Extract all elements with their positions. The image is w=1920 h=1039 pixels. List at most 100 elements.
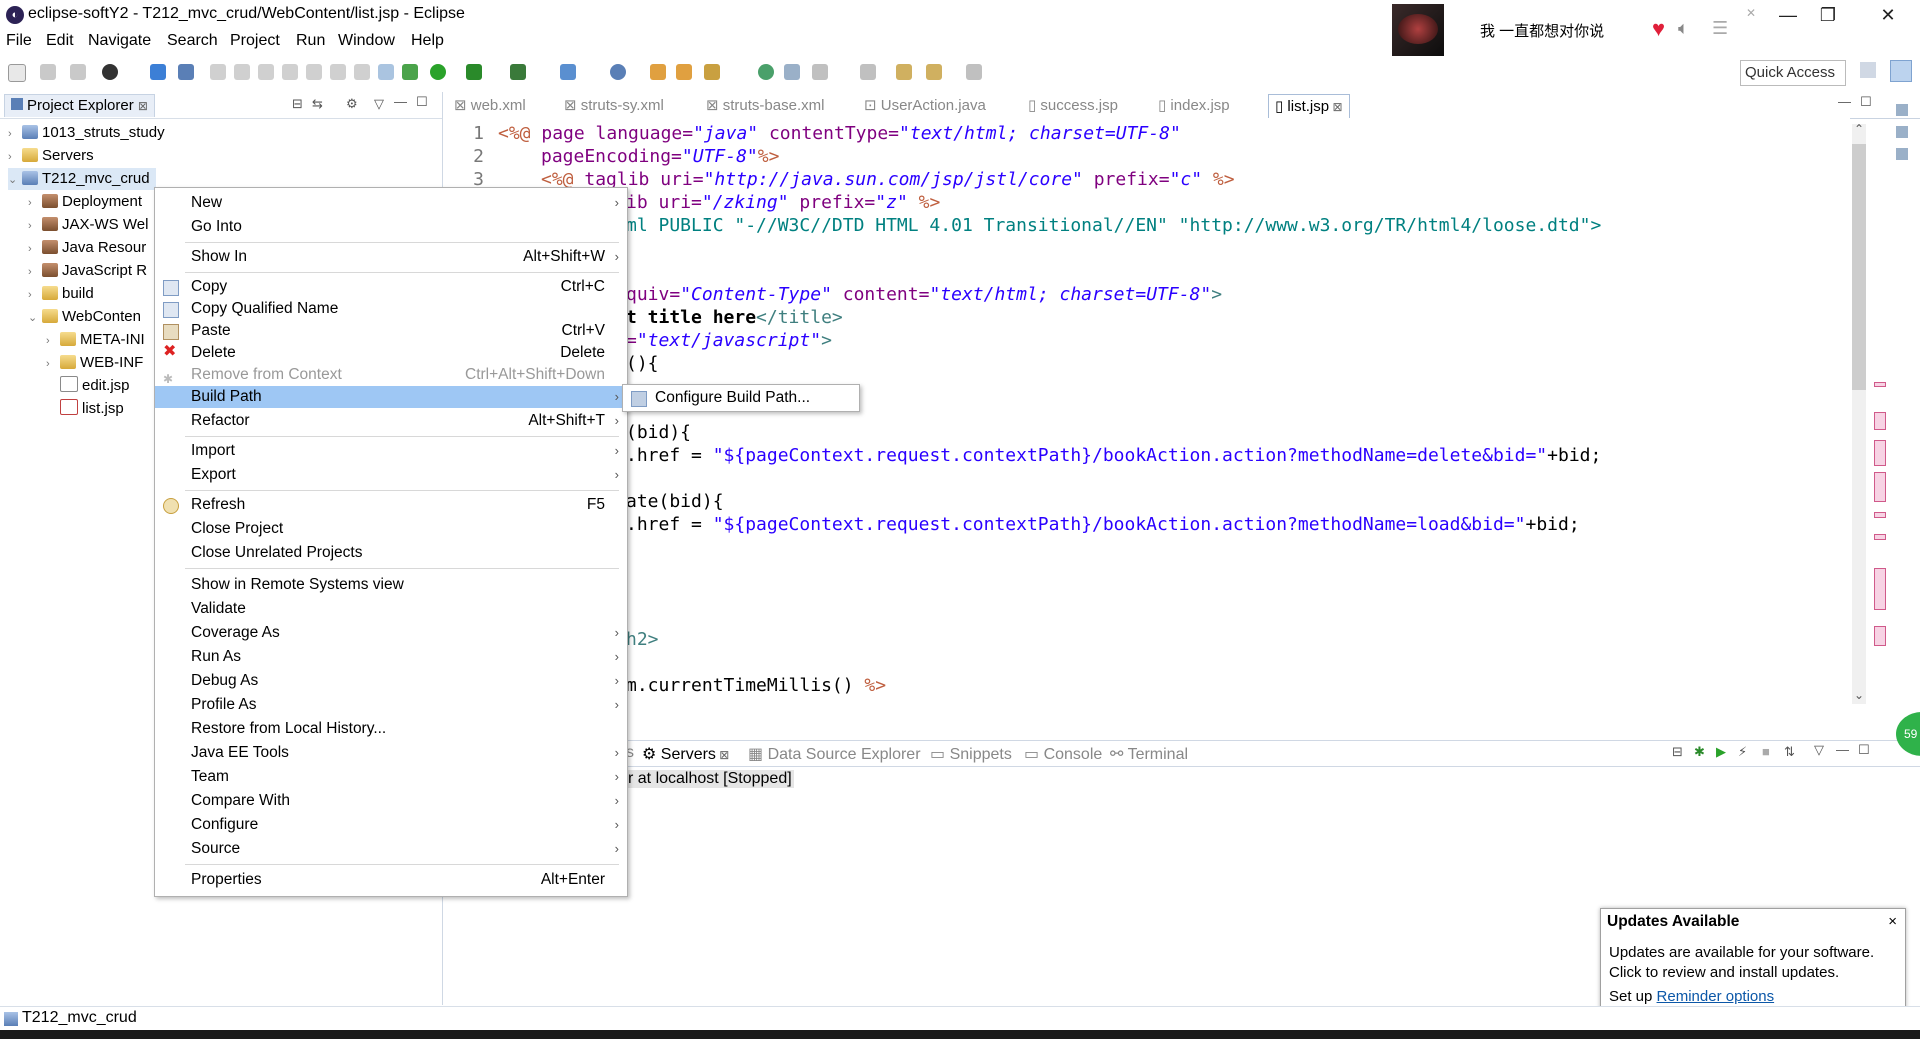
menu-item-configure[interactable]: Configure › — [155, 814, 627, 836]
collapse-icon[interactable]: ⌄ — [8, 169, 22, 191]
menu-project[interactable]: Project — [230, 32, 280, 50]
scroll-up-icon[interactable]: ⌃ — [1854, 122, 1864, 136]
tree-item-webcontent[interactable]: ⌄ WebConten — [28, 306, 141, 328]
menu-window[interactable]: Window — [338, 32, 395, 50]
menu-navigate[interactable]: Navigate — [88, 32, 151, 50]
view-menu-icon[interactable]: ▽ — [374, 96, 384, 112]
tree-item-t212-mvc-crud[interactable]: ⌄ T212_mvc_crud — [8, 168, 156, 190]
menu-item-refactor[interactable]: Refactor Alt+Shift+T › — [155, 410, 627, 432]
save-all-icon[interactable] — [70, 64, 86, 80]
expand-icon[interactable]: › — [28, 284, 42, 306]
step-into-icon[interactable] — [306, 64, 322, 80]
expand-icon[interactable]: › — [46, 330, 60, 352]
menu-item-refresh[interactable]: Refresh F5 — [155, 494, 627, 516]
menu-item-compare-with[interactable]: Compare With › — [155, 790, 627, 812]
overview-marker[interactable] — [1874, 412, 1886, 430]
collapse-icon[interactable]: ⌄ — [28, 307, 42, 329]
quick-access-input[interactable]: Quick Access — [1740, 60, 1846, 86]
back-icon[interactable] — [896, 64, 912, 80]
stop-server-icon[interactable]: ■ — [1762, 744, 1770, 759]
tree-item-servers[interactable]: › Servers — [8, 145, 94, 167]
tab-index-jsp[interactable]: ▯ index.jsp — [1158, 94, 1230, 118]
coverage-icon[interactable] — [466, 64, 482, 80]
tab-struts-base-xml[interactable]: ⊠ struts-base.xml — [706, 94, 824, 118]
menu-item-new[interactable]: New › — [155, 192, 627, 214]
tab-snippets[interactable]: ▭ Snippets — [930, 744, 1012, 764]
minimize-icon[interactable]: — — [1836, 742, 1849, 757]
next-annotation-icon[interactable] — [812, 64, 828, 80]
menu-item-paste[interactable]: Paste Ctrl+V — [155, 320, 627, 342]
tab-list-jsp[interactable]: ▯ list.jsp ⊠ — [1268, 94, 1350, 119]
debug-run-icon[interactable] — [402, 64, 418, 80]
maximize-icon[interactable]: ☐ — [1858, 742, 1870, 758]
skip-breakpoints-icon[interactable] — [178, 64, 194, 80]
close-icon[interactable]: ✕ — [1868, 2, 1908, 28]
overview-marker[interactable] — [1874, 472, 1886, 502]
close-icon[interactable]: ⊠ — [138, 99, 148, 113]
new-icon[interactable] — [8, 64, 26, 82]
console-icon[interactable] — [150, 64, 166, 80]
step-over-icon[interactable] — [330, 64, 346, 80]
menu-item-properties[interactable]: Properties Alt+Enter — [155, 869, 627, 891]
tab-project-explorer[interactable]: Project Explorer ⊠ — [4, 94, 155, 117]
last-edit-icon[interactable] — [860, 64, 876, 80]
expand-icon[interactable]: › — [46, 353, 60, 375]
menu-file[interactable]: File — [6, 32, 32, 50]
menu-item-validate[interactable]: Validate — [155, 598, 627, 620]
debug-icon[interactable] — [102, 64, 118, 80]
outline-icon[interactable] — [1896, 104, 1908, 116]
menu-item-show-in-remote-systems[interactable]: Show in Remote Systems view — [155, 574, 627, 596]
tree-item-javascript-resources[interactable]: › JavaScript R — [28, 260, 147, 282]
menu-item-copy[interactable]: Copy Ctrl+C — [155, 276, 627, 298]
publish-icon[interactable]: ⇅ — [1784, 744, 1795, 760]
minimize-icon[interactable]: — — [1838, 94, 1851, 109]
disconnect-icon[interactable] — [282, 64, 298, 80]
expand-icon[interactable]: › — [8, 123, 22, 145]
tree-item-deployment[interactable]: › Deployment — [28, 191, 142, 213]
menu-item-close-project[interactable]: Close Project — [155, 518, 627, 540]
menu-item-close-unrelated-projects[interactable]: Close Unrelated Projects — [155, 542, 627, 564]
tree-item-java-resources[interactable]: › Java Resour — [28, 237, 146, 259]
maximize-icon[interactable]: ☐ — [1860, 94, 1872, 110]
collapse-all-icon[interactable]: ⊟ — [292, 96, 303, 112]
filter-icon[interactable]: ⚙ — [346, 96, 358, 112]
overview-marker[interactable] — [1874, 568, 1886, 610]
menu-item-java-ee-tools[interactable]: Java EE Tools › — [155, 742, 627, 764]
overview-marker[interactable] — [1874, 440, 1886, 466]
task-list-icon[interactable] — [1896, 126, 1908, 138]
tab-useraction-java[interactable]: ⊡ UserAction.java — [864, 94, 986, 118]
overview-marker[interactable] — [1874, 626, 1886, 646]
search-icon[interactable] — [704, 64, 720, 80]
collapse-all-icon[interactable]: ⊟ — [1672, 744, 1683, 760]
overview-marker[interactable] — [1874, 534, 1886, 540]
tab-console[interactable]: ▭ Console — [1024, 744, 1102, 764]
menu-item-source[interactable]: Source › — [155, 838, 627, 860]
web-browser-icon[interactable] — [758, 64, 774, 80]
close-icon[interactable]: × — [1888, 913, 1897, 930]
expand-icon[interactable]: › — [28, 238, 42, 260]
resume-icon[interactable] — [210, 64, 226, 80]
playlist-icon[interactable]: ☰ — [1712, 18, 1728, 39]
menu-item-export[interactable]: Export › — [155, 464, 627, 486]
tab-web-xml[interactable]: ⊠ web.xml — [454, 94, 526, 118]
volume-icon[interactable]: 🔈︎ — [1678, 18, 1689, 39]
step-return-icon[interactable] — [354, 64, 370, 80]
view-menu-icon[interactable]: ▽ — [1814, 742, 1824, 758]
tree-item-1013-struts-study[interactable]: › 1013_struts_study — [8, 122, 165, 144]
debug-server-icon[interactable]: ✱ — [1694, 744, 1705, 760]
menu-item-delete[interactable]: ✖ Delete Delete — [155, 342, 627, 364]
menu-item-team[interactable]: Team › — [155, 766, 627, 788]
tab-success-jsp[interactable]: ▯ success.jsp — [1028, 94, 1118, 118]
suspend-icon[interactable] — [234, 64, 250, 80]
tree-item-jax-ws[interactable]: › JAX-WS Wel — [28, 214, 148, 236]
open-perspective-icon[interactable] — [1860, 62, 1876, 78]
menu-item-restore-local-history[interactable]: Restore from Local History... — [155, 718, 627, 740]
menu-item-copy-qualified-name[interactable]: Copy Qualified Name — [155, 298, 627, 320]
external-tools-icon[interactable] — [510, 64, 526, 80]
tab-struts-sy-xml[interactable]: ⊠ struts-sy.xml — [564, 94, 664, 118]
scrollbar-thumb[interactable] — [1852, 144, 1866, 390]
menu-item-import[interactable]: Import › — [155, 440, 627, 462]
menu-item-remove-from-context[interactable]: ✱ Remove from Context Ctrl+Alt+Shift+Down — [155, 364, 627, 386]
menu-item-go-into[interactable]: Go Into — [155, 216, 627, 238]
menu-item-debug-as[interactable]: Debug As › — [155, 670, 627, 692]
